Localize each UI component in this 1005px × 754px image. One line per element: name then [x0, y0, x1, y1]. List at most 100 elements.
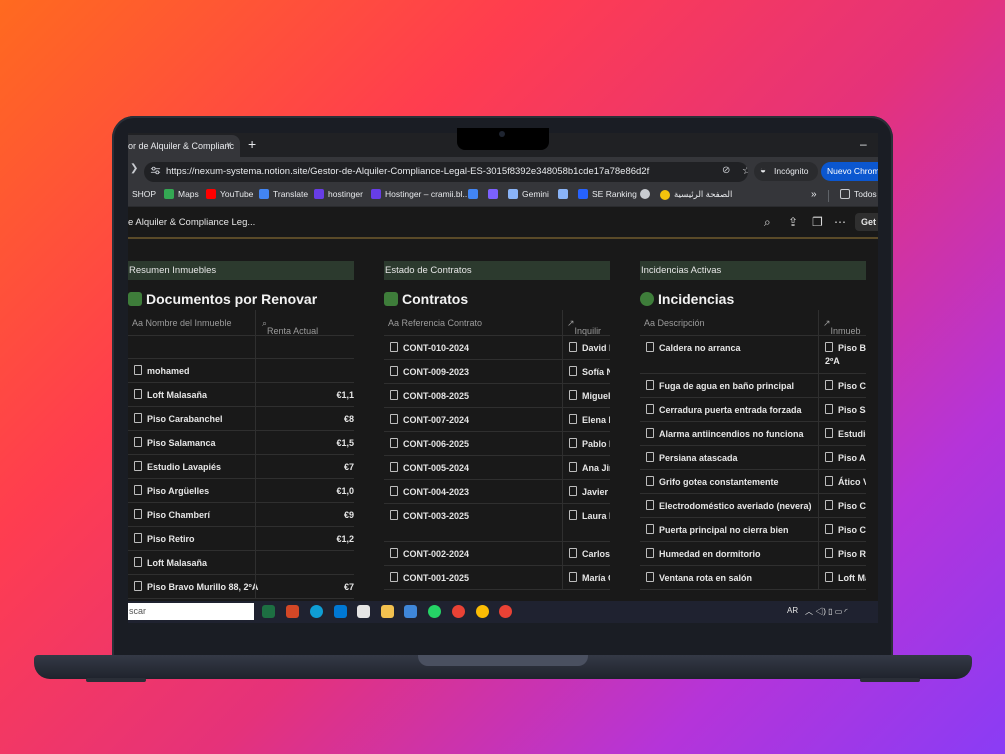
- row-title[interactable]: Puerta principal no cierra bien: [659, 525, 789, 535]
- row-title[interactable]: CONT-004-2023: [403, 487, 469, 497]
- row-title[interactable]: Estudio Lavapiés: [147, 462, 221, 472]
- table-row[interactable]: CONT-008-2025 Miguel: [384, 384, 610, 408]
- row-title[interactable]: Piso Salamanca: [147, 438, 216, 448]
- database-title[interactable]: Documentos por Renovar: [128, 288, 354, 310]
- row-title[interactable]: Electrodoméstico averiado (nevera): [659, 501, 812, 511]
- table-row[interactable]: CONT-005-2024 Ana Jir: [384, 456, 610, 480]
- table-row[interactable]: Piso Argüelles €1,0: [128, 479, 354, 503]
- relation-value[interactable]: Piso Ca: [838, 501, 866, 511]
- table-row[interactable]: Loft Malasaña €1,1: [128, 383, 354, 407]
- relation-value[interactable]: Carlos: [582, 549, 610, 559]
- row-title[interactable]: Humedad en dormitorio: [659, 549, 761, 559]
- minimize-button[interactable]: –: [860, 137, 867, 151]
- row-title[interactable]: Persiana atascada: [659, 453, 738, 463]
- bookmark-maps[interactable]: Maps: [164, 189, 199, 199]
- more-bookmarks-button[interactable]: »: [811, 189, 817, 200]
- bookmark-app[interactable]: [488, 189, 502, 199]
- all-bookmarks-folder[interactable]: Todos: [840, 189, 877, 199]
- powerpoint-icon[interactable]: [286, 605, 299, 618]
- relation-value[interactable]: Miguel: [582, 391, 610, 401]
- row-title[interactable]: Cerradura puerta entrada forzada: [659, 405, 802, 415]
- property-description-header[interactable]: Aa Descripción: [644, 318, 705, 328]
- table-row[interactable]: Persiana atascada Piso Ar: [640, 446, 866, 470]
- forward-arrow-icon[interactable]: ❯: [130, 163, 138, 174]
- row-title[interactable]: CONT-009-2023: [403, 367, 469, 377]
- row-title[interactable]: Fuga de agua en baño principal: [659, 381, 794, 391]
- table-row[interactable]: Caldera no arranca Piso Br 2ºA: [640, 336, 866, 374]
- row-title[interactable]: Caldera no arranca: [659, 343, 741, 353]
- folder-icon[interactable]: [381, 605, 394, 618]
- table-row[interactable]: Electrodoméstico averiado (nevera) Piso C…: [640, 494, 866, 518]
- table-row[interactable]: Grifo gotea constantemente Ático V: [640, 470, 866, 494]
- bookmark-gemini[interactable]: Gemini: [508, 189, 549, 199]
- table-row[interactable]: Alarma antiincendios no funciona Estudic: [640, 422, 866, 446]
- table-row[interactable]: CONT-003-2025 Laura I: [384, 504, 610, 542]
- mail-icon[interactable]: [404, 605, 417, 618]
- database-title[interactable]: Incidencias: [640, 288, 866, 310]
- row-title[interactable]: CONT-008-2025: [403, 391, 469, 401]
- relation-value[interactable]: Laura I: [582, 511, 610, 521]
- table-row[interactable]: CONT-006-2025 Pablo I: [384, 432, 610, 456]
- relation-value[interactable]: Elena D: [582, 415, 610, 425]
- table-row[interactable]: Piso Chamberí €9: [128, 503, 354, 527]
- more-options-icon[interactable]: ⋯: [834, 215, 846, 229]
- bookmark-chart[interactable]: [468, 189, 482, 199]
- relation-value[interactable]: Ana Jir: [582, 463, 610, 473]
- table-row[interactable]: Humedad en dormitorio Piso Re: [640, 542, 866, 566]
- relation-value[interactable]: Piso Re: [838, 549, 866, 559]
- row-title[interactable]: Piso Argüelles: [147, 486, 209, 496]
- excel-icon[interactable]: [262, 605, 275, 618]
- relation-value[interactable]: Piso Ca: [838, 381, 866, 391]
- row-title[interactable]: CONT-003-2025: [403, 511, 469, 521]
- row-title[interactable]: CONT-007-2024: [403, 415, 469, 425]
- share-icon[interactable]: ⇪: [788, 215, 798, 229]
- table-row[interactable]: CONT-004-2023 Javier I: [384, 480, 610, 504]
- bookmark-shop[interactable]: SHOP: [132, 189, 156, 199]
- tab-close-icon[interactable]: ×: [226, 140, 232, 151]
- row-title[interactable]: Piso Carabanchel: [147, 414, 223, 424]
- relation-value[interactable]: Pablo I: [582, 439, 610, 449]
- table-row[interactable]: CONT-001-2025 María C: [384, 566, 610, 590]
- relation-value[interactable]: Piso Ch: [838, 525, 866, 535]
- get-button[interactable]: Get: [855, 213, 878, 231]
- row-title[interactable]: Grifo gotea constantemente: [659, 477, 779, 487]
- bookmark-link[interactable]: [558, 189, 572, 199]
- table-row[interactable]: Loft Malasaña: [128, 551, 354, 575]
- new-tab-button[interactable]: +: [248, 136, 256, 152]
- row-title[interactable]: Loft Malasaña: [147, 558, 207, 568]
- bookmark-youtube[interactable]: YouTube: [206, 189, 253, 199]
- relation-value[interactable]: David I: [582, 343, 610, 353]
- property-name-header[interactable]: Aa Nombre del Inmueble: [132, 318, 232, 328]
- chrome-icon[interactable]: [452, 605, 465, 618]
- row-title[interactable]: CONT-002-2024: [403, 549, 469, 559]
- incognito-badge[interactable]: ◒ Incógnito: [754, 162, 818, 181]
- whatsapp-icon[interactable]: [428, 605, 441, 618]
- table-row[interactable]: Piso Bravo Murillo 88, 2ºA €7: [128, 575, 354, 599]
- row-title[interactable]: mohamed: [147, 366, 190, 376]
- system-tray-icons[interactable]: ︿ ◁) ▯ ▭ ◜: [805, 606, 848, 617]
- new-chrome-button[interactable]: Nuevo Chrome: [821, 162, 878, 181]
- bookmark-star-icon[interactable]: ☆: [742, 164, 748, 177]
- bookmark-translate[interactable]: Translate: [259, 189, 308, 199]
- table-row[interactable]: CONT-010-2024 David I: [384, 336, 610, 360]
- edge-icon[interactable]: [310, 605, 323, 618]
- row-title[interactable]: Ventana rota en salón: [659, 573, 752, 583]
- row-title[interactable]: Piso Chamberí: [147, 510, 210, 520]
- property-rent-header[interactable]: ⌕ Renta Actual: [262, 318, 318, 336]
- table-row[interactable]: Piso Carabanchel €8: [128, 407, 354, 431]
- row-title[interactable]: CONT-010-2024: [403, 343, 469, 353]
- row-title[interactable]: CONT-001-2025: [403, 573, 469, 583]
- table-row[interactable]: Piso Salamanca €1,5: [128, 431, 354, 455]
- relation-value[interactable]: María C: [582, 573, 610, 583]
- duplicate-icon[interactable]: ❐: [812, 215, 823, 229]
- table-row[interactable]: Puerta principal no cierra bien Piso Ch: [640, 518, 866, 542]
- table-row[interactable]: CONT-009-2023 Sofía N: [384, 360, 610, 384]
- relation-value[interactable]: Piso Sa: [838, 405, 866, 415]
- tracking-protection-icon[interactable]: ⊘: [722, 165, 730, 176]
- row-title[interactable]: CONT-005-2024: [403, 463, 469, 473]
- table-row[interactable]: CONT-007-2024 Elena D: [384, 408, 610, 432]
- chrome-active-icon[interactable]: [476, 605, 489, 618]
- relation-value[interactable]: Estudic: [838, 429, 866, 439]
- bookmark-arabic-home[interactable]: الصفحة الرئيسية: [660, 189, 732, 200]
- row-title[interactable]: Piso Bravo Murillo 88, 2ºA: [147, 582, 258, 592]
